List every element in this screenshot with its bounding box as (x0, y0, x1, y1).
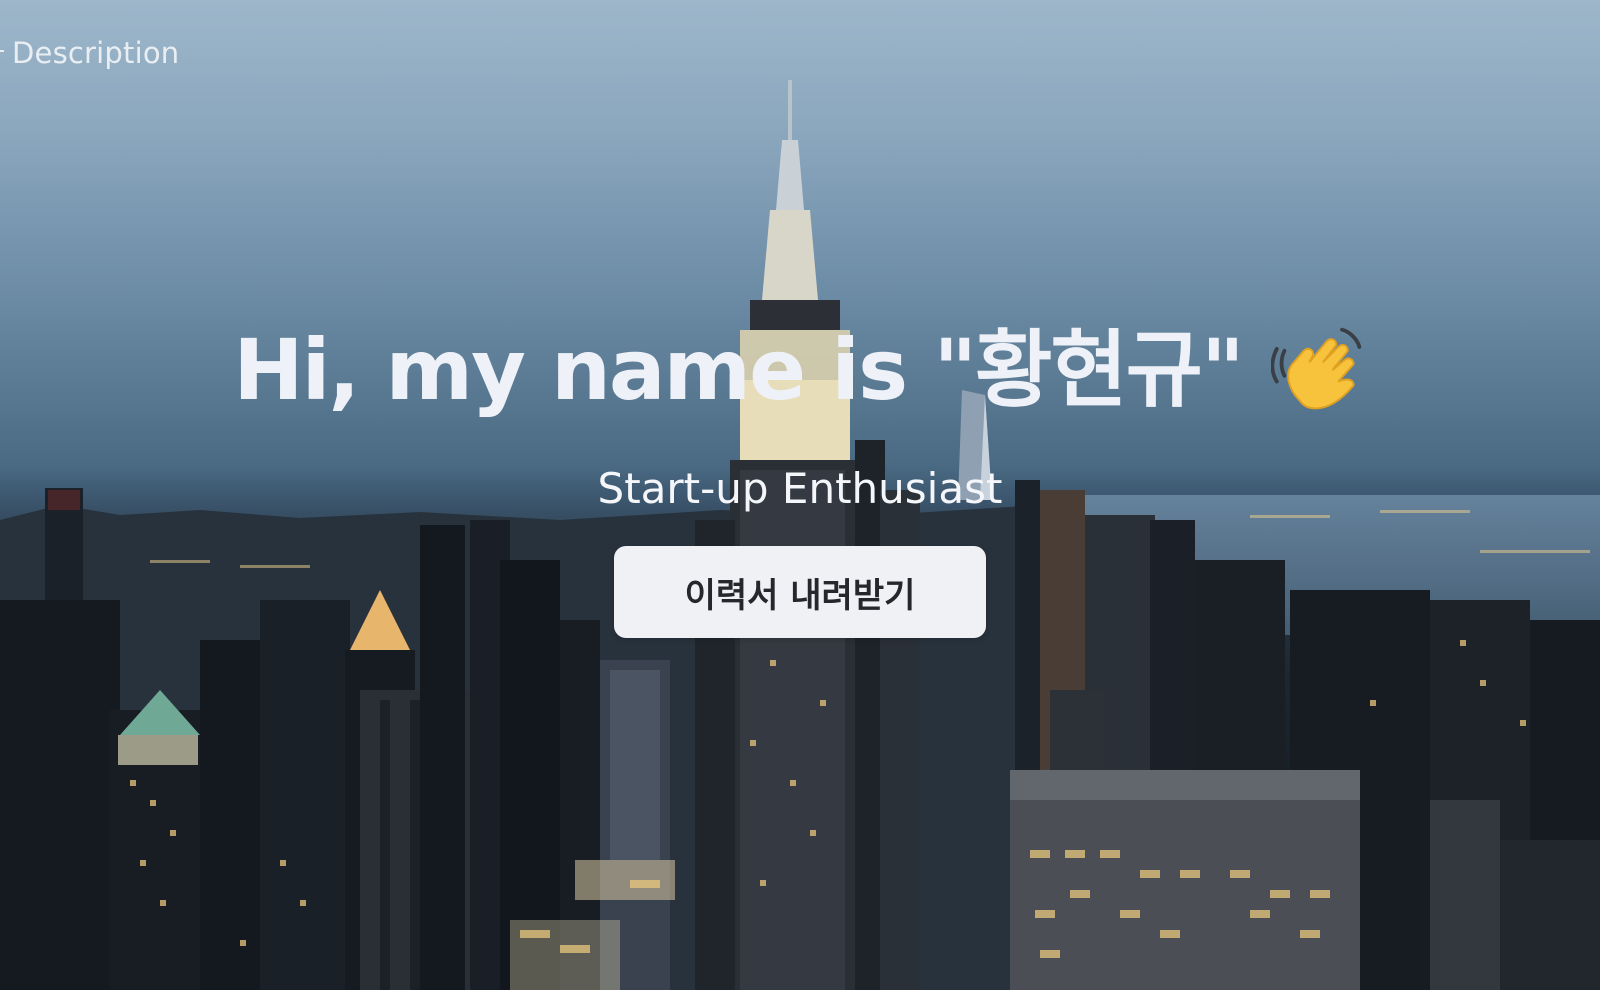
nav-description-link[interactable]: Description (0, 36, 179, 70)
hero-section: Description Hi, my name is "황현규" Start-u… (0, 0, 1600, 990)
hero-content: Hi, my name is "황현규" Start-up Enthusiast… (0, 318, 1600, 638)
hero-headline: Hi, my name is "황현규" (233, 318, 1366, 422)
waving-hand-icon (1270, 327, 1361, 410)
download-resume-button[interactable]: 이력서 내려받기 (614, 546, 986, 638)
hero-tagline: Start-up Enthusiast (597, 464, 1003, 513)
headline-text: Hi, my name is "황현규" (233, 321, 1244, 419)
